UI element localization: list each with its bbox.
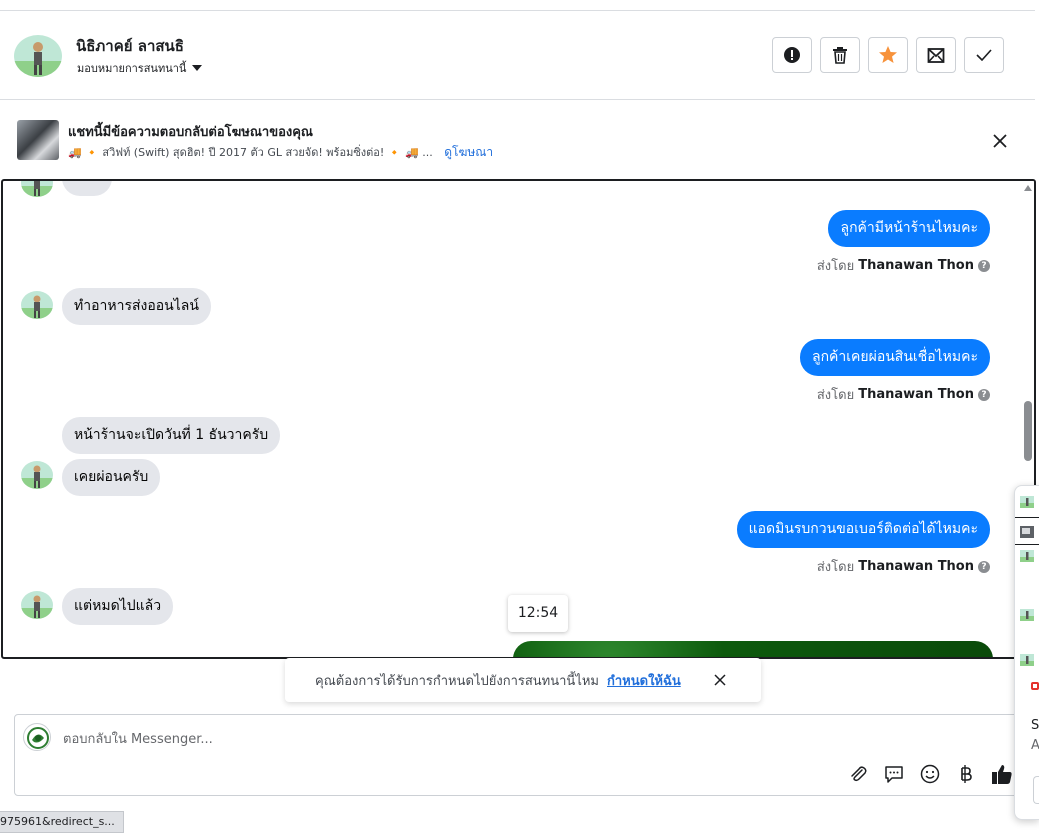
avatar-icon: [1020, 654, 1034, 666]
side-floating-panel[interactable]: S A: [1014, 485, 1039, 820]
incoming-message: เคยผ่อนครับ: [62, 459, 161, 496]
help-icon: ?: [978, 259, 990, 272]
star-icon: [879, 46, 897, 63]
sent-by-label: ส่งโดย Thanawan Thon?: [817, 255, 990, 276]
sticker-image-message[interactable]: [513, 641, 993, 657]
panel-button[interactable]: [1033, 776, 1039, 804]
help-icon: ?: [978, 388, 990, 401]
incoming-message: ครับ: [62, 181, 112, 196]
contact-name: นิธิภาคย์ ลาสนธิ: [76, 37, 184, 55]
panel-divider: [1015, 517, 1039, 518]
scroll-up-arrow-icon[interactable]: [1024, 185, 1032, 191]
close-ad-banner-button[interactable]: [990, 131, 1010, 151]
scroll-thumb[interactable]: [1024, 401, 1032, 461]
mark-unread-icon: [927, 48, 945, 63]
avatar-icon: [1020, 496, 1034, 508]
emoji-button[interactable]: [919, 763, 941, 785]
ad-thumbnail[interactable]: [17, 120, 59, 160]
assign-conversation-dropdown[interactable]: มอบหมายการสนทนานี้: [77, 59, 203, 77]
outgoing-message: ลูกค้าเคยผ่อนสินเชื่อไหมคะ: [799, 339, 990, 376]
mark-unread-button[interactable]: [916, 37, 956, 73]
help-icon: ?: [978, 560, 990, 573]
payment-button[interactable]: [955, 763, 977, 785]
contact-avatar-small: [21, 461, 53, 489]
close-icon: [714, 674, 726, 686]
like-button[interactable]: [991, 763, 1013, 785]
contact-avatar-small: [21, 291, 53, 319]
incoming-message: หน้าร้านจะเปิดวันที่ 1 ธันวาครับ: [62, 417, 281, 454]
mark-spam-button[interactable]: [772, 37, 812, 73]
assign-label: มอบหมายการสนทนานี้: [77, 62, 187, 75]
page-background-bottom: [0, 806, 1039, 837]
contact-avatar-small: [21, 591, 53, 619]
top-strip: [0, 0, 1035, 11]
avatar-icon: [1020, 609, 1034, 621]
composer-toolbar: [847, 763, 1013, 785]
baht-icon: [961, 765, 972, 783]
close-icon: [993, 134, 1007, 148]
caret-down-icon: [192, 65, 203, 71]
mark-done-button[interactable]: [964, 37, 1004, 73]
ad-banner-subtitle: 🚚 🔸 สวิฟท์ (Swift) สุดฮิต! ปี 2017 ตัว G…: [68, 143, 493, 162]
browser-status-url: 975961&redirect_s...: [0, 811, 124, 833]
assign-to-me-link[interactable]: กำหนดให้ฉัน: [607, 670, 681, 691]
ad-banner-title: แชทนี้มีข้อความตอบกลับต่อโฆษณาของคุณ: [68, 125, 313, 140]
image-thumbnail-icon: [1020, 526, 1034, 538]
sent-by-label: ส่งโดย Thanawan Thon?: [817, 384, 990, 405]
saved-reply-button[interactable]: [883, 763, 905, 785]
star-button[interactable]: [868, 37, 908, 73]
incoming-message: แต่หมดไปแล้ว: [62, 588, 174, 625]
emoji-icon: [920, 764, 940, 784]
outgoing-message: ลูกค้ามีหน้าร้านไหมคะ: [828, 210, 990, 247]
attach-icon: [851, 766, 867, 782]
alert-icon: [1031, 682, 1039, 690]
header-actions: [772, 37, 1004, 73]
trash-icon: [833, 47, 847, 64]
check-icon: [976, 49, 992, 61]
ad-description: 🚚 🔸 สวิฟท์ (Swift) สุดฮิต! ปี 2017 ตัว G…: [68, 146, 433, 159]
ad-reply-banner: แชทนี้มีข้อความตอบกลับต่อโฆษณาของคุณ 🚚 🔸…: [0, 100, 1035, 178]
saved-reply-icon: [885, 766, 903, 783]
avatar-icon: [1020, 550, 1034, 562]
attach-button[interactable]: [847, 763, 869, 785]
warning-icon: [784, 47, 800, 63]
incoming-message: ทำอาหารส่งออนไลน์: [62, 288, 211, 325]
conversation-header: นิธิภาคย์ ลาสนธิ มอบหมายการสนทนานี้: [0, 11, 1035, 100]
page-avatar: [23, 723, 51, 751]
contact-avatar-small: [21, 181, 53, 197]
panel-text: A: [1031, 738, 1039, 753]
panel-text: S: [1031, 718, 1039, 733]
reply-input[interactable]: [63, 729, 963, 749]
reminder-text: คุณต้องการได้รับการกำหนดไปยังการสนทนานี้…: [315, 673, 599, 689]
thumbs-up-icon: [992, 765, 1012, 784]
close-reminder-button[interactable]: [713, 673, 727, 687]
delete-button[interactable]: [820, 37, 860, 73]
message-thread[interactable]: ครับ ลูกค้ามีหน้าร้านไหมคะ ส่งโดยThanawa…: [1, 179, 1036, 659]
contact-avatar[interactable]: [14, 35, 62, 77]
reply-composer: [14, 714, 1024, 796]
sent-by-label: ส่งโดย Thanawan Thon?: [817, 556, 990, 577]
view-ad-link[interactable]: ดูโฆษณา: [444, 145, 493, 159]
assign-reminder-banner: คุณต้องการได้รับการกำหนดไปยังการสนทนานี้…: [285, 658, 761, 702]
outgoing-message: แอดมินรบกวนขอเบอร์ติดต่อได้ไหมคะ: [736, 511, 990, 548]
timestamp-tooltip: 12:54: [508, 595, 568, 632]
panel-divider: [1015, 544, 1039, 545]
